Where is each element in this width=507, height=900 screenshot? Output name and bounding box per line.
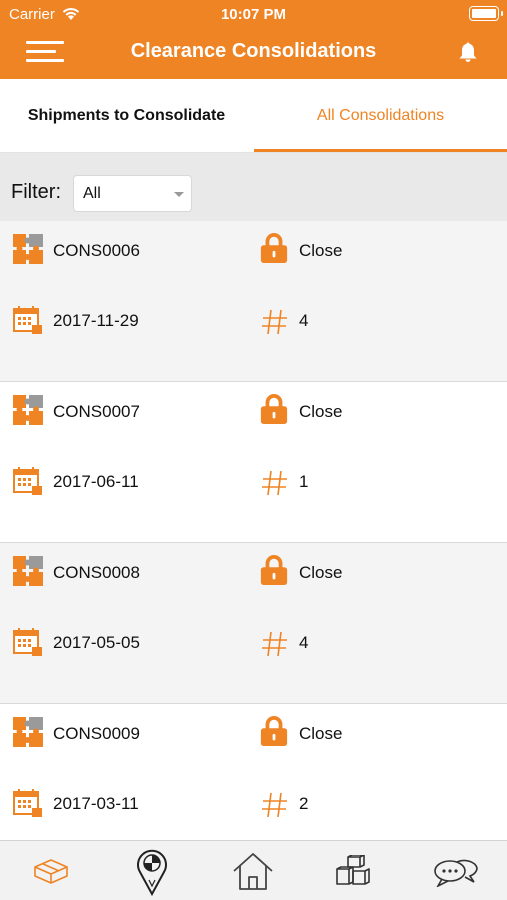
consolidation-count: 2 [299,794,309,813]
filter-dropdown[interactable]: All [73,175,192,212]
puzzle-icon [13,234,43,264]
consolidation-id: CONS0007 [53,402,140,421]
status-time: 10:07 PM [220,6,287,23]
lock-icon [260,233,288,263]
consolidation-date: 2017-05-05 [53,633,140,652]
tab-shipments-to-consolidate[interactable]: Shipments to Consolidate [0,79,253,153]
consolidation-date: 2017-11-29 [53,311,139,330]
nav-consolidate[interactable] [0,841,101,900]
page-title: Clearance Consolidations [130,40,377,62]
boxes-icon [335,855,370,885]
consolidate-box-icon [33,859,68,884]
active-tab-indicator [254,149,507,152]
app-header: Carrier 10:07 PM Clearance Consolidation… [0,0,507,79]
calendar-icon [13,628,42,656]
nav-home[interactable] [202,841,303,900]
consolidation-status: Close [299,563,343,582]
bottom-nav [0,840,507,900]
calendar-icon [13,467,42,495]
hash-icon [262,309,287,335]
consolidation-card[interactable]: CONS0007 Close 2017-06-11 1 [0,382,507,543]
consolidation-list: CONS0006 Close 2017-11-29 4 CONS0007 Clo… [0,221,507,840]
location-pin-icon [136,849,167,896]
consolidation-card[interactable]: CONS0006 Close 2017-11-29 4 [0,221,507,382]
consolidation-date: 2017-06-11 [53,472,139,491]
hash-icon [262,470,287,496]
battery-icon [469,6,503,21]
consolidation-card[interactable]: CONS0008 Close 2017-05-05 4 [0,543,507,704]
nav-inventory[interactable] [303,841,404,900]
hash-icon [262,792,287,818]
chevron-down-icon [174,192,184,197]
chat-icon [433,859,478,887]
home-icon [232,853,273,890]
consolidation-id: CONS0008 [53,563,140,582]
consolidation-card[interactable]: CONS0009 Close 2017-03-11 2 [0,704,507,840]
nav-location[interactable] [101,841,202,900]
puzzle-icon [13,395,43,425]
consolidation-count: 1 [299,472,309,491]
consolidation-id: CONS0006 [53,241,140,260]
calendar-icon [13,306,42,334]
consolidation-id: CONS0009 [53,724,140,743]
tab-all-consolidations[interactable]: All Consolidations [254,79,507,153]
consolidation-date: 2017-03-11 [53,794,139,813]
consolidation-status: Close [299,402,343,421]
hash-icon [262,631,287,657]
filter-selected-value: All [83,185,101,202]
filter-label: Filter: [11,181,61,203]
puzzle-icon [13,717,43,747]
consolidation-count: 4 [299,311,309,330]
filter-bar: Filter: All [0,153,507,221]
lock-icon [260,394,288,424]
lock-icon [260,716,288,746]
bell-icon[interactable] [456,40,480,64]
tab-bar: Shipments to Consolidate All Consolidati… [0,79,507,153]
status-bar: Carrier 10:07 PM [0,0,507,28]
consolidation-status: Close [299,241,343,260]
consolidation-count: 4 [299,633,309,652]
nav-messages[interactable] [404,841,505,900]
puzzle-icon [13,556,43,586]
consolidation-status: Close [299,724,343,743]
lock-icon [260,555,288,585]
calendar-icon [13,789,42,817]
